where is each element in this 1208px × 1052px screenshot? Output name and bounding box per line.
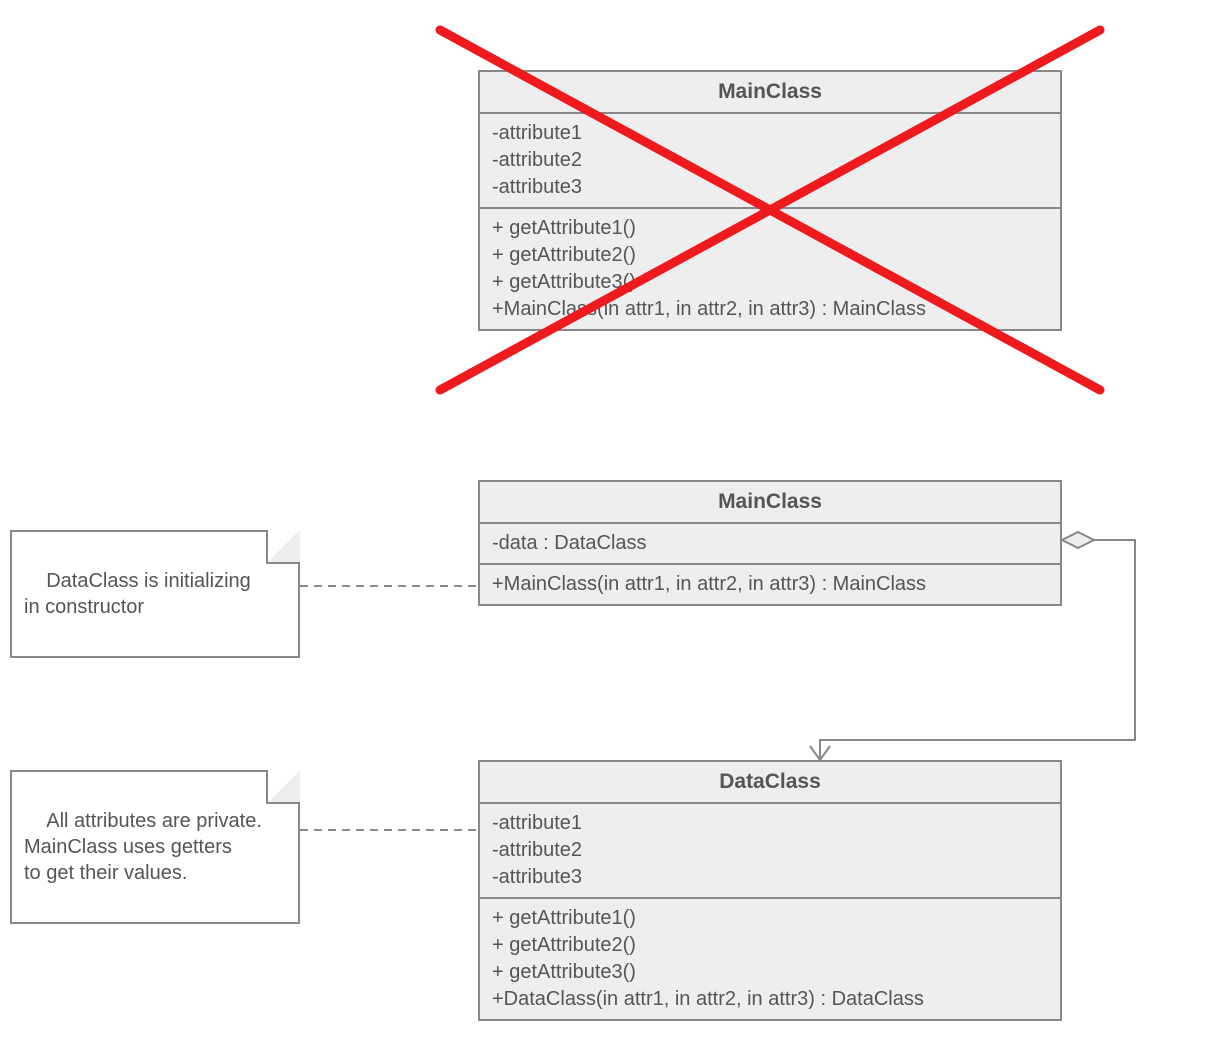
operation: + getAttribute2() [492,242,1048,269]
attribute: -attribute1 [492,120,1048,147]
operation: + getAttribute1() [492,215,1048,242]
class-name: MainClass [480,482,1060,524]
uml-class-mainclass: MainClass -data : DataClass +MainClass(i… [478,480,1062,606]
uml-class-dataclass: DataClass -attribute1 -attribute2 -attri… [478,760,1062,1021]
diagram-canvas: MainClass -attribute1 -attribute2 -attri… [0,0,1208,1052]
operation: +MainClass(in attr1, in attr2, in attr3)… [492,296,1048,323]
aggregation-diamond-icon [1062,532,1094,548]
operations-section: + getAttribute1() + getAttribute2() + ge… [480,209,1060,329]
operation: + getAttribute3() [492,959,1048,986]
note-text: DataClass is initializing in constructor [24,570,251,618]
arrowhead-icon [810,746,830,760]
operation: +MainClass(in attr1, in attr2, in attr3)… [492,571,1048,598]
uml-note-1: DataClass is initializing in constructor [10,530,300,658]
attributes-section: -attribute1 -attribute2 -attribute3 [480,114,1060,209]
operations-section: +MainClass(in attr1, in attr2, in attr3)… [480,565,1060,604]
class-name: MainClass [480,72,1060,114]
attribute: -attribute3 [492,174,1048,201]
operation: + getAttribute2() [492,932,1048,959]
attribute: -attribute1 [492,810,1048,837]
attribute: -data : DataClass [492,530,1048,557]
note-text: All attributes are private. MainClass us… [24,810,262,884]
attribute: -attribute3 [492,864,1048,891]
attributes-section: -data : DataClass [480,524,1060,565]
operation: + getAttribute1() [492,905,1048,932]
class-name: DataClass [480,762,1060,804]
operation: + getAttribute3() [492,269,1048,296]
uml-note-2: All attributes are private. MainClass us… [10,770,300,924]
attribute: -attribute2 [492,837,1048,864]
uml-class-top: MainClass -attribute1 -attribute2 -attri… [478,70,1062,331]
attribute: -attribute2 [492,147,1048,174]
operations-section: + getAttribute1() + getAttribute2() + ge… [480,899,1060,1019]
operation: +DataClass(in attr1, in attr2, in attr3)… [492,986,1048,1013]
attributes-section: -attribute1 -attribute2 -attribute3 [480,804,1060,899]
